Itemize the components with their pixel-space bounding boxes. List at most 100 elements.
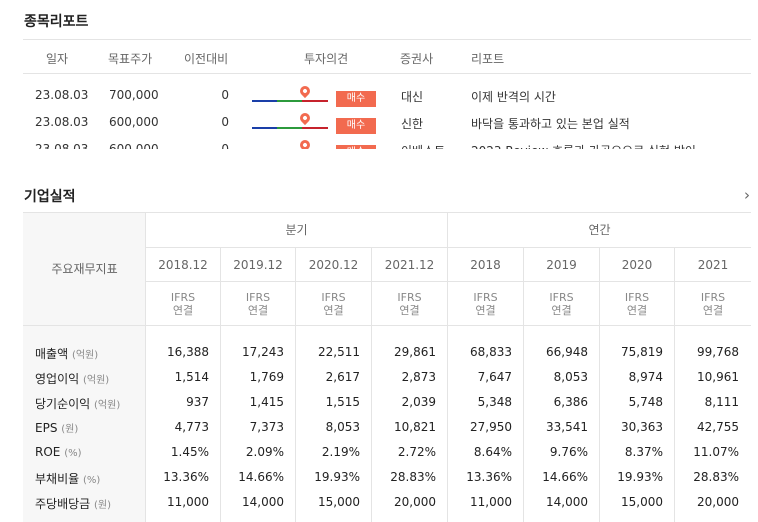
metric-label: 영업이익 (억원) <box>35 370 109 387</box>
metric-name: 매출액 <box>35 347 69 361</box>
report-diff: 0 <box>221 115 229 129</box>
period-header: 2021.12 <box>372 248 448 282</box>
header-opinion: 투자의견 <box>304 52 349 66</box>
report-row[interactable]: 23.08.03 700,000 0 매수 대신 이제 반격의 시간 <box>23 83 751 114</box>
opinion-gauge <box>252 127 328 129</box>
metric-value: 14.66% <box>238 470 284 484</box>
metric-unit: (원) <box>94 500 112 511</box>
metric-value: 1.45% <box>170 445 209 459</box>
standard-line2: 연결 <box>247 304 269 317</box>
metric-value: 27,950 <box>470 420 512 434</box>
header-report: 리포트 <box>471 52 505 66</box>
standard-line2: 연결 <box>475 304 496 317</box>
metric-value: 19.93% <box>617 470 663 484</box>
financials-table: 주요재무지표 분기 연간 2018.12 IFRS 연결 2019.12 IFRS 연결 2… <box>23 212 751 522</box>
report-target-price: 700,000 <box>109 88 159 102</box>
metric-name: EPS <box>35 421 58 435</box>
metric-value: 8,111 <box>704 395 739 409</box>
metric-value: 2,617 <box>325 370 360 384</box>
metric-value: 14.66% <box>542 470 588 484</box>
metric-value: 1,515 <box>325 395 360 409</box>
period-header: 2021 <box>675 248 751 282</box>
period-header: 2018.12 <box>146 248 221 282</box>
metric-unit: (원) <box>61 424 79 435</box>
standard-line1: IFRS <box>549 291 574 304</box>
metric-value: 2.72% <box>397 445 436 459</box>
metric-value: 99,768 <box>697 345 739 359</box>
standard-line2: 연결 <box>551 304 572 317</box>
report-date: 23.08.03 <box>35 88 89 102</box>
metric-unit: (%) <box>83 475 101 486</box>
report-diff: 0 <box>221 88 229 102</box>
header-broker: 증권사 <box>400 52 434 66</box>
report-section-title: 종목리포트 <box>24 14 89 30</box>
metric-value: 16,388 <box>167 345 209 359</box>
opinion-gauge <box>252 100 328 102</box>
standard-line1: IFRS <box>700 291 726 304</box>
accounting-standard: IFRS 연결 <box>600 282 675 326</box>
metric-value: 20,000 <box>697 495 739 509</box>
standard-line1: IFRS <box>473 291 498 304</box>
metric-value: 2.19% <box>321 445 360 459</box>
metric-value: 66,948 <box>546 345 588 359</box>
opinion-badge: 매수 <box>336 118 376 134</box>
period-header: 2019.12 <box>221 248 296 282</box>
period-header: 2020 <box>600 248 675 282</box>
metric-value: 9.76% <box>549 445 588 459</box>
metric-value: 8.37% <box>624 445 663 459</box>
header-diff: 이전대비 <box>184 52 229 66</box>
metric-value: 42,755 <box>697 420 739 434</box>
standard-line2: 연결 <box>626 304 648 317</box>
standard-line2: 연결 <box>399 304 420 317</box>
report-target-price: 600,000 <box>109 115 159 129</box>
metric-value: 22,511 <box>318 345 360 359</box>
metric-value: 937 <box>186 395 209 409</box>
metric-value: 2,039 <box>401 395 436 409</box>
report-title-link[interactable]: 이제 반격의 시간 <box>471 88 556 105</box>
metric-value: 11,000 <box>167 495 209 509</box>
metric-value: 20,000 <box>394 495 436 509</box>
header-target-price: 목표주가 <box>108 52 153 66</box>
metric-value: 10,961 <box>697 370 739 384</box>
report-date: 23.08.03 <box>35 142 89 149</box>
period-header: 2018 <box>448 248 524 282</box>
metric-value: 17,243 <box>242 345 284 359</box>
report-title-link[interactable]: 바닥을 통과하고 있는 본업 실적 <box>471 115 630 132</box>
standard-line2: 연결 <box>172 304 194 317</box>
standard-line1: IFRS <box>321 291 346 304</box>
period-header: 2019 <box>524 248 600 282</box>
report-title-link[interactable]: 2023 Review 흐름과 가곡으으로 실현 방이 <box>471 142 696 149</box>
metric-name: 당기순이익 <box>35 397 91 411</box>
metric-value: 19.93% <box>314 470 360 484</box>
metric-value: 5,348 <box>477 395 512 409</box>
metric-unit: (억원) <box>94 400 121 411</box>
metric-value: 8,053 <box>325 420 360 434</box>
metric-value: 14,000 <box>242 495 284 509</box>
metric-label: EPS (원) <box>35 420 78 435</box>
chevron-right-icon[interactable]: › <box>744 186 750 204</box>
metric-value: 75,819 <box>621 345 663 359</box>
report-table: 일자 목표주가 이전대비 투자의견 증권사 리포트 23.08.03 700,00… <box>23 39 751 149</box>
metric-value: 8,053 <box>553 370 588 384</box>
accounting-standard: IFRS 연결 <box>296 282 372 326</box>
report-target-price: 600,000 <box>109 142 159 149</box>
metric-value: 11.07% <box>693 445 739 459</box>
metric-unit: (%) <box>64 448 82 459</box>
report-diff: 0 <box>221 142 229 149</box>
metric-value: 1,514 <box>174 370 209 384</box>
accounting-standard: IFRS 연결 <box>448 282 524 326</box>
metric-value: 29,861 <box>394 345 436 359</box>
report-row[interactable]: 23.08.03 600,000 0 매수 신한 바닥을 통과하고 있는 본업 실적 <box>23 110 751 141</box>
accounting-standard: IFRS 연결 <box>675 282 751 326</box>
metric-value: 13.36% <box>466 470 512 484</box>
metric-value: 5,748 <box>628 395 663 409</box>
standard-line1: IFRS <box>397 291 422 304</box>
row-header-title: 주요재무지표 <box>23 213 146 326</box>
metric-label: 매출액 (억원) <box>35 345 98 362</box>
metric-value: 30,363 <box>621 420 663 434</box>
metric-value: 2.09% <box>245 445 284 459</box>
metric-unit: (억원) <box>71 350 99 361</box>
standard-line2: 연결 <box>702 304 724 317</box>
report-row[interactable]: 23.08.03 600,000 0 매수 이베스트 2023 Review 흐름과 가곡… <box>23 137 751 149</box>
metric-label: 당기순이익 (억원) <box>35 395 120 412</box>
